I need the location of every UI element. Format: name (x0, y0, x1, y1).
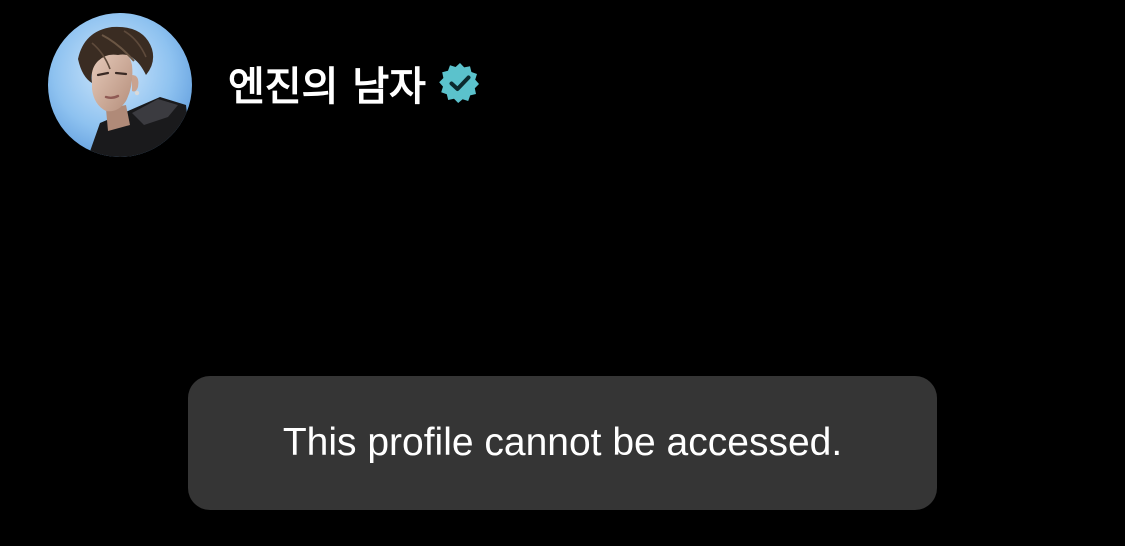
profile-display-name[interactable]: 엔진의 남자 (228, 54, 426, 112)
toast-notification: This profile cannot be accessed. (188, 376, 937, 510)
profile-header: 엔진의 남자 (48, 12, 482, 158)
avatar[interactable] (48, 13, 192, 157)
avatar-image (48, 13, 192, 157)
toast-message: This profile cannot be accessed. (282, 421, 843, 464)
profile-name-row: 엔진의 남자 (228, 54, 482, 112)
verified-badge-icon (438, 61, 482, 105)
